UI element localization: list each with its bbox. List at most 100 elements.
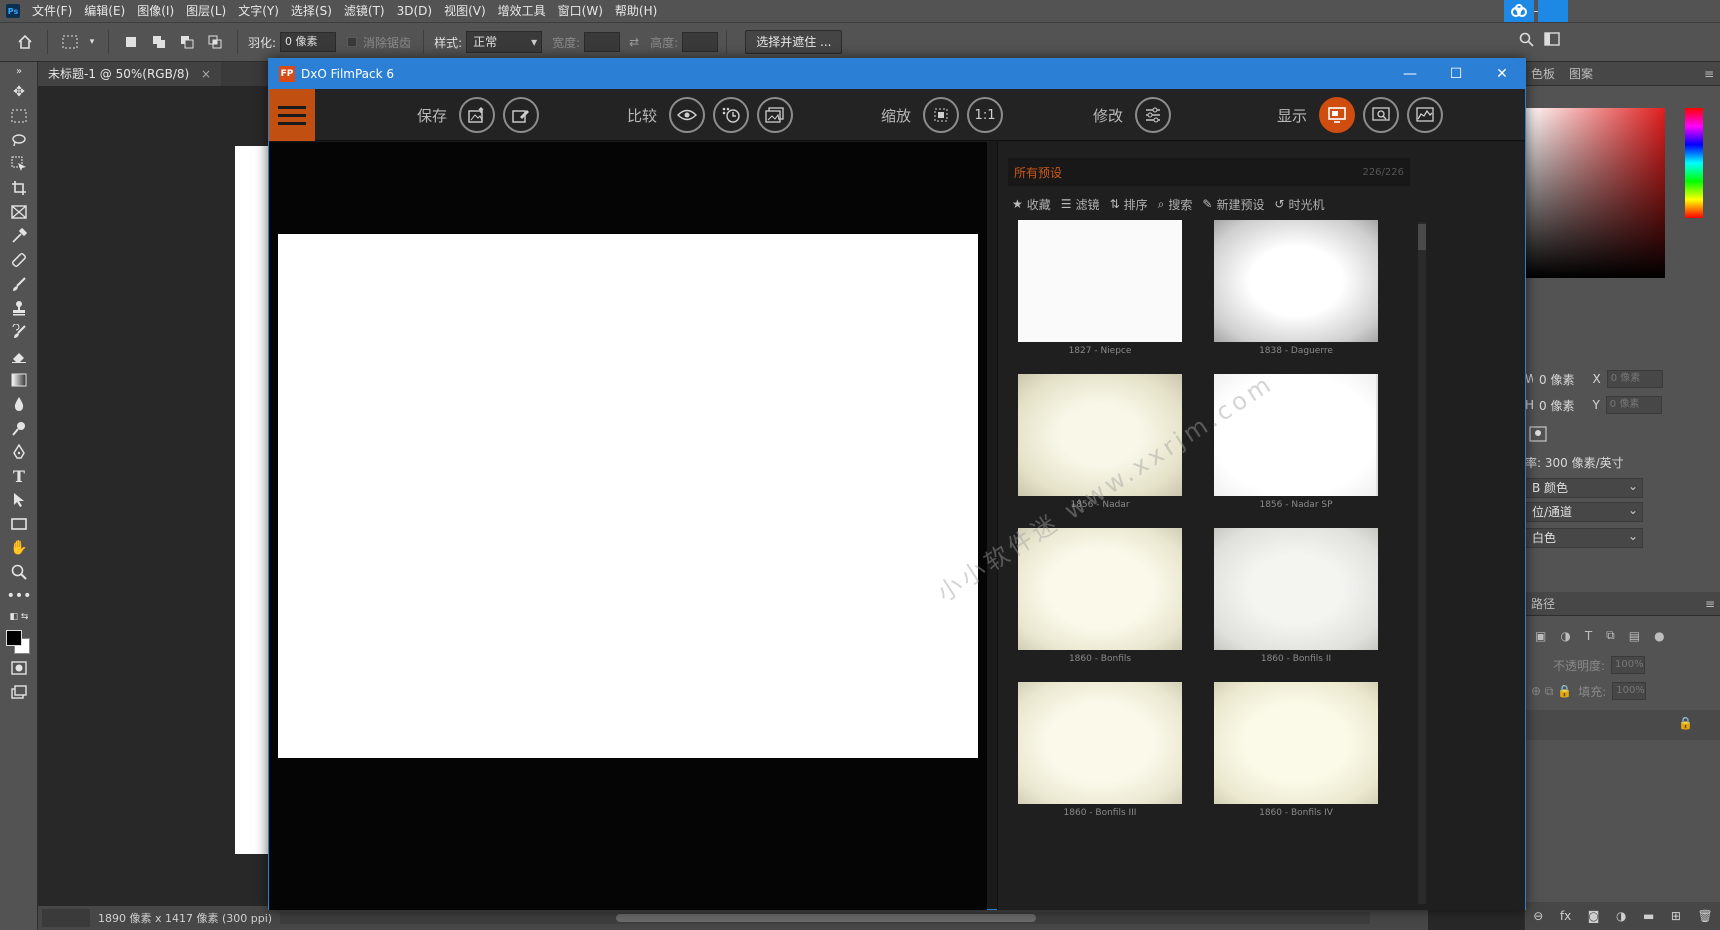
close-icon[interactable]: × [201,67,211,81]
add-selection-icon[interactable] [148,31,170,53]
menu-file[interactable]: 文件(F) [26,0,78,22]
filter-shape-icon[interactable]: ⧉ [1606,628,1615,643]
bit-depth-select[interactable]: 位/通道 [1525,501,1643,522]
new-selection-icon[interactable] [120,31,142,53]
menu-image[interactable]: 图像(I) [131,0,180,22]
adjust-sliders-icon[interactable] [1135,97,1172,133]
marquee-tool-icon[interactable] [0,104,38,128]
type-tool-icon[interactable]: T [0,464,38,488]
zoom-level-field[interactable] [42,909,90,927]
filter-pixel-icon[interactable]: ▣ [1535,629,1546,643]
preset-card[interactable]: 1827 - Niepce [1018,220,1182,356]
crop-tool-icon[interactable] [0,176,38,200]
pen-tool-icon[interactable] [0,440,38,464]
preset-card[interactable]: 1856 - Nadar SP [1214,374,1378,510]
scrollbar-thumb[interactable] [1418,224,1426,250]
feather-input[interactable]: 0 像素 [280,32,337,52]
menu-edit[interactable]: 编辑(E) [78,0,131,22]
rectangle-tool-icon[interactable] [0,512,38,536]
presets-header[interactable]: 所有预设 226/226 [1008,158,1410,186]
new-preset-button[interactable]: ✎ 新建预设 [1202,196,1264,213]
layer-row[interactable]: 🔒 [1525,710,1720,740]
lock-icons[interactable]: ⊕ ⧉ 🔒 [1531,684,1572,699]
object-select-tool-icon[interactable] [0,152,38,176]
monitor-display-icon[interactable] [1319,97,1356,133]
color-mode-select[interactable]: B 颜色 [1525,477,1643,498]
quick-mask-icon[interactable] [0,656,38,680]
preset-card[interactable]: 1860 - Bonfils [1018,528,1182,664]
chevron-down-icon[interactable]: ▾ [87,31,97,53]
history-brush-tool-icon[interactable] [0,320,38,344]
tab-swatches[interactable]: 色板 [1531,65,1555,82]
x-input[interactable]: 0 像素 [1606,370,1663,388]
height-input[interactable] [682,32,719,52]
paths-tab[interactable]: 路径 [1531,595,1555,612]
w-value[interactable]: 0 像素 [1539,371,1574,388]
style-select[interactable]: 正常 [466,31,543,53]
adjustment-layer-icon[interactable]: ◑ [1616,909,1626,923]
filter-smart-object-icon[interactable]: ▤ [1629,629,1640,643]
home-icon[interactable] [14,31,36,53]
new-group-icon[interactable]: ▬ [1643,909,1654,923]
zoom-tool-icon[interactable] [0,560,38,584]
preset-card[interactable]: 1860 - Bonfils IV [1214,682,1378,818]
menu-help[interactable]: 帮助(H) [609,0,663,22]
new-layer-icon[interactable]: ⊞ [1671,909,1681,923]
preset-card[interactable]: 1856 - Nadar [1018,374,1182,510]
document-tab[interactable]: 未标题-1 @ 50%(RGB/8) × [38,62,222,86]
menu-filter[interactable]: 滤镜(T) [338,0,391,22]
image-size-icon[interactable] [1529,426,1547,442]
path-select-tool-icon[interactable] [0,488,38,512]
menu-select[interactable]: 选择(S) [285,0,338,22]
opacity-input[interactable]: 100% [1611,656,1646,674]
y-input[interactable]: 0 像素 [1605,396,1662,414]
hue-slider[interactable] [1685,108,1703,218]
intersect-selection-icon[interactable] [204,31,226,53]
eyedropper-tool-icon[interactable] [0,224,38,248]
screen-mode-icon[interactable] [0,680,38,704]
color-field[interactable] [1525,108,1665,278]
filter-type-icon[interactable]: T [1585,629,1592,643]
menu-window[interactable]: 窗口(W) [552,0,609,22]
toolbar-collapse-icon[interactable]: » [0,62,38,80]
filter-button[interactable]: ☰ 滤镜 [1061,196,1100,213]
delete-layer-icon[interactable]: 🗑 [1697,909,1712,923]
brush-tool-icon[interactable] [0,272,38,296]
frame-tool-icon[interactable] [0,200,38,224]
gradient-tool-icon[interactable] [0,368,38,392]
fill-input[interactable]: 100% [1612,682,1647,700]
panel-menu-icon[interactable]: ≡ [1704,67,1714,81]
panel-menu-icon[interactable]: ≡ [1705,597,1715,611]
dxo-titlebar[interactable]: FP DxO FilmPack 6 — ☐ ✕ [269,59,1525,89]
menu-view[interactable]: 视图(V) [438,0,492,22]
subtract-selection-icon[interactable] [176,31,198,53]
search-button[interactable]: ⌕ 搜索 [1158,196,1193,213]
healing-brush-tool-icon[interactable] [0,248,38,272]
menu-type[interactable]: 文字(Y) [232,0,285,22]
time-machine-button[interactable]: ↺ 时光机 [1274,196,1324,213]
foreground-color-swatch[interactable] [6,630,22,646]
background-contents-select[interactable]: 白色 [1525,527,1643,548]
eye-icon[interactable] [669,97,706,133]
preset-card[interactable]: 1860 - Bonfils III [1018,682,1182,818]
minimize-icon[interactable]: — [1387,59,1433,89]
hamburger-menu-icon[interactable] [269,89,315,141]
presets-scrollbar[interactable] [1418,222,1426,904]
compare-snapshots-icon[interactable] [757,97,794,133]
menu-plugins[interactable]: 增效工具 [492,0,552,22]
hand-tool-icon[interactable]: ✋ [0,536,38,560]
filter-adjustment-icon[interactable]: ◑ [1560,629,1570,643]
more-tools-icon[interactable]: ••• [0,584,38,608]
document-canvas[interactable] [235,146,272,854]
maximize-icon[interactable]: ☐ [1433,59,1479,89]
compare-history-icon[interactable] [713,97,750,133]
menu-layer[interactable]: 图层(L) [180,0,232,22]
fx-icon[interactable]: fx [1560,909,1571,923]
filter-toggle-icon[interactable]: ● [1654,629,1664,643]
sort-button[interactable]: ⇅ 排序 [1110,196,1148,213]
stamp-tool-icon[interactable] [0,296,38,320]
h-value[interactable]: 0 像素 [1539,397,1574,414]
horizontal-scrollbar[interactable] [280,912,1370,924]
link-layers-icon[interactable]: ⊖ [1533,909,1543,923]
blur-tool-icon[interactable] [0,392,38,416]
